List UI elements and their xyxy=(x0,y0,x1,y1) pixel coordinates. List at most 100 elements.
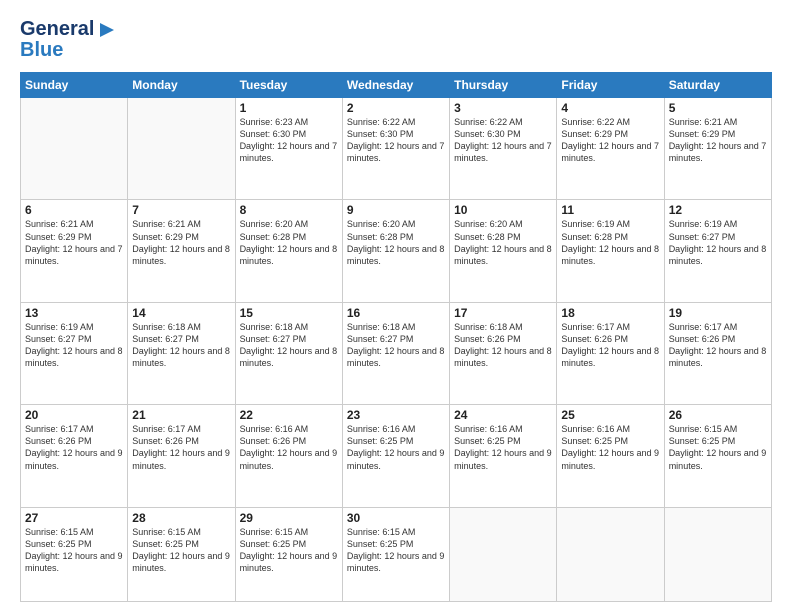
calendar-cell: 20Sunrise: 6:17 AM Sunset: 6:26 PM Dayli… xyxy=(21,405,128,507)
day-info: Sunrise: 6:15 AM Sunset: 6:25 PM Dayligh… xyxy=(669,423,767,472)
day-info: Sunrise: 6:20 AM Sunset: 6:28 PM Dayligh… xyxy=(347,218,445,267)
calendar-cell: 18Sunrise: 6:17 AM Sunset: 6:26 PM Dayli… xyxy=(557,302,664,404)
calendar-header-wednesday: Wednesday xyxy=(342,73,449,98)
day-info: Sunrise: 6:21 AM Sunset: 6:29 PM Dayligh… xyxy=(669,116,767,165)
logo-general: General xyxy=(20,18,94,41)
day-info: Sunrise: 6:15 AM Sunset: 6:25 PM Dayligh… xyxy=(132,526,230,575)
header: General Blue xyxy=(20,18,772,62)
day-info: Sunrise: 6:18 AM Sunset: 6:26 PM Dayligh… xyxy=(454,321,552,370)
logo-container: General Blue xyxy=(20,18,118,62)
calendar-cell: 2Sunrise: 6:22 AM Sunset: 6:30 PM Daylig… xyxy=(342,98,449,200)
calendar-cell xyxy=(128,98,235,200)
day-info: Sunrise: 6:17 AM Sunset: 6:26 PM Dayligh… xyxy=(561,321,659,370)
day-number: 20 xyxy=(25,408,123,422)
day-info: Sunrise: 6:22 AM Sunset: 6:30 PM Dayligh… xyxy=(454,116,552,165)
calendar-cell: 28Sunrise: 6:15 AM Sunset: 6:25 PM Dayli… xyxy=(128,507,235,602)
calendar-cell: 13Sunrise: 6:19 AM Sunset: 6:27 PM Dayli… xyxy=(21,302,128,404)
calendar-header-tuesday: Tuesday xyxy=(235,73,342,98)
calendar-cell: 23Sunrise: 6:16 AM Sunset: 6:25 PM Dayli… xyxy=(342,405,449,507)
day-number: 7 xyxy=(132,203,230,217)
calendar-cell: 25Sunrise: 6:16 AM Sunset: 6:25 PM Dayli… xyxy=(557,405,664,507)
calendar-cell: 19Sunrise: 6:17 AM Sunset: 6:26 PM Dayli… xyxy=(664,302,771,404)
day-info: Sunrise: 6:17 AM Sunset: 6:26 PM Dayligh… xyxy=(132,423,230,472)
calendar-cell: 30Sunrise: 6:15 AM Sunset: 6:25 PM Dayli… xyxy=(342,507,449,602)
day-info: Sunrise: 6:23 AM Sunset: 6:30 PM Dayligh… xyxy=(240,116,338,165)
day-number: 2 xyxy=(347,101,445,115)
calendar-cell: 4Sunrise: 6:22 AM Sunset: 6:29 PM Daylig… xyxy=(557,98,664,200)
calendar-cell xyxy=(450,507,557,602)
day-number: 1 xyxy=(240,101,338,115)
day-info: Sunrise: 6:21 AM Sunset: 6:29 PM Dayligh… xyxy=(132,218,230,267)
day-info: Sunrise: 6:15 AM Sunset: 6:25 PM Dayligh… xyxy=(240,526,338,575)
day-info: Sunrise: 6:16 AM Sunset: 6:25 PM Dayligh… xyxy=(454,423,552,472)
day-number: 5 xyxy=(669,101,767,115)
calendar-header-thursday: Thursday xyxy=(450,73,557,98)
calendar-cell: 17Sunrise: 6:18 AM Sunset: 6:26 PM Dayli… xyxy=(450,302,557,404)
calendar-cell: 29Sunrise: 6:15 AM Sunset: 6:25 PM Dayli… xyxy=(235,507,342,602)
calendar-header-saturday: Saturday xyxy=(664,73,771,98)
calendar-week-row: 20Sunrise: 6:17 AM Sunset: 6:26 PM Dayli… xyxy=(21,405,772,507)
day-number: 29 xyxy=(240,511,338,525)
logo-arrow-icon xyxy=(96,19,118,41)
day-number: 6 xyxy=(25,203,123,217)
day-number: 4 xyxy=(561,101,659,115)
day-number: 12 xyxy=(669,203,767,217)
calendar-week-row: 13Sunrise: 6:19 AM Sunset: 6:27 PM Dayli… xyxy=(21,302,772,404)
calendar-cell xyxy=(664,507,771,602)
day-info: Sunrise: 6:16 AM Sunset: 6:25 PM Dayligh… xyxy=(347,423,445,472)
calendar-cell: 1Sunrise: 6:23 AM Sunset: 6:30 PM Daylig… xyxy=(235,98,342,200)
day-info: Sunrise: 6:18 AM Sunset: 6:27 PM Dayligh… xyxy=(347,321,445,370)
day-number: 13 xyxy=(25,306,123,320)
day-info: Sunrise: 6:18 AM Sunset: 6:27 PM Dayligh… xyxy=(132,321,230,370)
calendar-table: SundayMondayTuesdayWednesdayThursdayFrid… xyxy=(20,72,772,602)
day-number: 10 xyxy=(454,203,552,217)
calendar-cell xyxy=(21,98,128,200)
calendar-header-monday: Monday xyxy=(128,73,235,98)
day-info: Sunrise: 6:15 AM Sunset: 6:25 PM Dayligh… xyxy=(347,526,445,575)
day-number: 16 xyxy=(347,306,445,320)
day-number: 30 xyxy=(347,511,445,525)
calendar-cell: 7Sunrise: 6:21 AM Sunset: 6:29 PM Daylig… xyxy=(128,200,235,302)
day-info: Sunrise: 6:16 AM Sunset: 6:26 PM Dayligh… xyxy=(240,423,338,472)
day-info: Sunrise: 6:18 AM Sunset: 6:27 PM Dayligh… xyxy=(240,321,338,370)
day-info: Sunrise: 6:17 AM Sunset: 6:26 PM Dayligh… xyxy=(25,423,123,472)
day-info: Sunrise: 6:20 AM Sunset: 6:28 PM Dayligh… xyxy=(454,218,552,267)
day-info: Sunrise: 6:21 AM Sunset: 6:29 PM Dayligh… xyxy=(25,218,123,267)
day-info: Sunrise: 6:22 AM Sunset: 6:29 PM Dayligh… xyxy=(561,116,659,165)
calendar-cell: 12Sunrise: 6:19 AM Sunset: 6:27 PM Dayli… xyxy=(664,200,771,302)
calendar-cell: 10Sunrise: 6:20 AM Sunset: 6:28 PM Dayli… xyxy=(450,200,557,302)
calendar-week-row: 1Sunrise: 6:23 AM Sunset: 6:30 PM Daylig… xyxy=(21,98,772,200)
calendar-cell: 14Sunrise: 6:18 AM Sunset: 6:27 PM Dayli… xyxy=(128,302,235,404)
day-number: 9 xyxy=(347,203,445,217)
calendar-cell: 16Sunrise: 6:18 AM Sunset: 6:27 PM Dayli… xyxy=(342,302,449,404)
day-info: Sunrise: 6:19 AM Sunset: 6:27 PM Dayligh… xyxy=(25,321,123,370)
calendar-header-row: SundayMondayTuesdayWednesdayThursdayFrid… xyxy=(21,73,772,98)
day-info: Sunrise: 6:15 AM Sunset: 6:25 PM Dayligh… xyxy=(25,526,123,575)
calendar-cell: 11Sunrise: 6:19 AM Sunset: 6:28 PM Dayli… xyxy=(557,200,664,302)
calendar-cell: 5Sunrise: 6:21 AM Sunset: 6:29 PM Daylig… xyxy=(664,98,771,200)
calendar-cell: 24Sunrise: 6:16 AM Sunset: 6:25 PM Dayli… xyxy=(450,405,557,507)
calendar-header-friday: Friday xyxy=(557,73,664,98)
calendar-cell: 6Sunrise: 6:21 AM Sunset: 6:29 PM Daylig… xyxy=(21,200,128,302)
day-number: 22 xyxy=(240,408,338,422)
day-info: Sunrise: 6:19 AM Sunset: 6:27 PM Dayligh… xyxy=(669,218,767,267)
day-number: 23 xyxy=(347,408,445,422)
day-number: 24 xyxy=(454,408,552,422)
day-number: 15 xyxy=(240,306,338,320)
day-info: Sunrise: 6:22 AM Sunset: 6:30 PM Dayligh… xyxy=(347,116,445,165)
day-number: 11 xyxy=(561,203,659,217)
day-number: 27 xyxy=(25,511,123,525)
day-number: 14 xyxy=(132,306,230,320)
day-number: 8 xyxy=(240,203,338,217)
day-number: 25 xyxy=(561,408,659,422)
day-number: 21 xyxy=(132,408,230,422)
day-number: 17 xyxy=(454,306,552,320)
day-info: Sunrise: 6:16 AM Sunset: 6:25 PM Dayligh… xyxy=(561,423,659,472)
day-number: 18 xyxy=(561,306,659,320)
calendar-cell: 8Sunrise: 6:20 AM Sunset: 6:28 PM Daylig… xyxy=(235,200,342,302)
day-number: 19 xyxy=(669,306,767,320)
calendar-week-row: 6Sunrise: 6:21 AM Sunset: 6:29 PM Daylig… xyxy=(21,200,772,302)
day-number: 28 xyxy=(132,511,230,525)
day-info: Sunrise: 6:20 AM Sunset: 6:28 PM Dayligh… xyxy=(240,218,338,267)
logo: General Blue xyxy=(20,18,118,62)
